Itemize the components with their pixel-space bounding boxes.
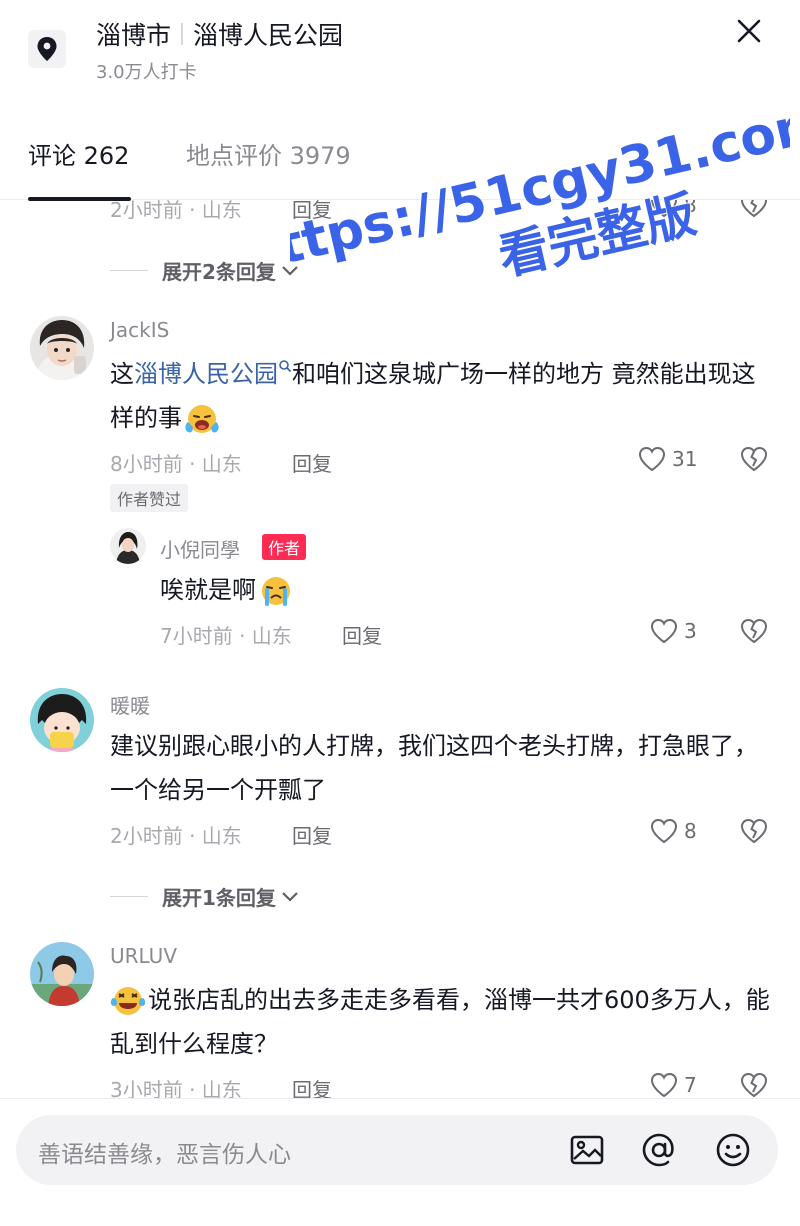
dislike-button[interactable]: [740, 818, 768, 848]
reply-username[interactable]: 小倪同學: [160, 534, 240, 563]
comment-input[interactable]: 善语结善缘，恶言伤人心: [16, 1115, 778, 1185]
avatar[interactable]: [30, 942, 94, 1006]
expand-replies-button[interactable]: 展开1条回复: [110, 882, 300, 911]
reply-button[interactable]: 回复: [292, 200, 332, 223]
comment-text: 建议别跟心眼小的人打牌，我们这四个老头打牌，打急眼了，一个给另一个开瓢了: [110, 732, 758, 804]
comment-time-location: 3小时前 · 山东: [110, 1078, 242, 1098]
location-title[interactable]: 淄博市 淄博人民公园: [96, 16, 343, 52]
city-name: 淄博市: [96, 21, 172, 50]
comment-input-bar: 善语结善缘，恶言伤人心: [0, 1098, 800, 1226]
avatar-image: [110, 528, 146, 564]
comment-username[interactable]: JackIS: [110, 318, 169, 342]
mention-icon: [642, 1133, 674, 1167]
place-name: 淄博人民公园: [193, 21, 344, 50]
dislike-button[interactable]: [740, 1072, 768, 1098]
comment-username[interactable]: 暖暖: [110, 690, 150, 719]
comment-text: 这淄博人民公园 和咱们这泉城广场一样的地方 竟然能出现这样的事: [110, 352, 770, 440]
comment-text-prefix: 这: [110, 360, 134, 388]
expand-replies-button[interactable]: 展开2条回复: [110, 256, 300, 285]
location-pin-icon: [37, 37, 57, 61]
checkin-count: 3.0万人打卡: [96, 62, 197, 83]
heart-icon: [650, 200, 678, 218]
dislike-button[interactable]: [740, 446, 768, 476]
broken-heart-icon: [740, 1072, 768, 1098]
like-button[interactable]: 31: [638, 446, 697, 472]
place-link[interactable]: 淄博人民公园: [134, 360, 278, 388]
image-icon: [570, 1135, 604, 1165]
comment-text: 说张店乱的出去多走走多看看，淄博一共才600多万人，能乱到什么程度？: [110, 978, 770, 1066]
like-button[interactable]: 3: [650, 618, 697, 644]
comment-text-body: 说张店乱的出去多走走多看看，淄博一共才600多万人，能乱到什么程度？: [110, 986, 770, 1058]
like-count: 8: [684, 819, 697, 843]
comment-username[interactable]: URLUV: [110, 944, 177, 968]
avatar[interactable]: [30, 688, 94, 752]
avatar[interactable]: [110, 528, 146, 564]
laughing-tears-emoji-icon: [110, 987, 146, 1015]
avatar-image: [30, 942, 94, 1006]
comment-list[interactable]: 2小时前 · 山东 回复 8 展开2条回复 JackIS 这淄博人民公园 和咱们这…: [0, 200, 800, 1098]
like-count: 7: [684, 1073, 697, 1097]
comment-time-location: 2小时前 · 山东: [110, 824, 242, 848]
close-button[interactable]: [734, 16, 764, 46]
comment-input-placeholder: 善语结善缘，恶言伤人心: [38, 1142, 291, 1168]
heart-icon: [638, 446, 666, 472]
broken-heart-icon: [740, 200, 768, 218]
chevron-down-icon: [282, 891, 298, 902]
author-liked-badge: 作者赞过: [110, 484, 189, 512]
search-icon: [279, 360, 292, 373]
chevron-down-icon: [282, 265, 298, 276]
crying-emoji-icon: [262, 577, 290, 606]
broken-heart-icon: [740, 818, 768, 844]
crying-emoji-icon: [185, 405, 219, 433]
like-count: 8: [684, 200, 697, 217]
like-button[interactable]: 8: [650, 200, 697, 218]
heart-icon: [650, 818, 678, 844]
emoji-icon: [716, 1133, 750, 1167]
close-icon: [737, 19, 761, 43]
expand-replies-label: 展开2条回复: [162, 260, 276, 284]
location-header: 淄博市 淄博人民公园 3.0万人打卡 评论 262 地点评价 3979: [0, 0, 800, 201]
tab-place-reviews[interactable]: 地点评价 3979: [186, 136, 351, 171]
title-divider: [181, 23, 184, 45]
emoji-button[interactable]: [714, 1131, 752, 1169]
broken-heart-icon: [740, 618, 768, 644]
reply-time-location: 7小时前 · 山东: [160, 624, 292, 648]
reply-button[interactable]: 回复: [292, 1074, 332, 1098]
dislike-button[interactable]: [740, 618, 768, 648]
image-button[interactable]: [568, 1131, 606, 1169]
location-badge[interactable]: [28, 30, 66, 68]
expand-divider: [110, 896, 148, 897]
avatar-image: [30, 316, 94, 380]
reply-text: 唉就是啊: [160, 568, 294, 612]
dislike-button[interactable]: [740, 200, 768, 222]
like-button[interactable]: 8: [650, 818, 697, 844]
reply-button[interactable]: 回复: [292, 820, 332, 849]
avatar[interactable]: [30, 316, 94, 380]
like-count: 3: [684, 619, 697, 643]
reply-button[interactable]: 回复: [292, 448, 332, 477]
comment-time-location: 8小时前 · 山东: [110, 452, 242, 476]
heart-icon: [650, 1072, 678, 1098]
active-tab-indicator: [28, 197, 131, 201]
author-badge: 作者: [262, 534, 307, 560]
mention-button[interactable]: [640, 1131, 678, 1169]
like-count: 31: [672, 447, 698, 471]
avatar-image: [30, 688, 94, 752]
expand-divider: [110, 270, 148, 271]
reply-text-body: 唉就是啊: [160, 576, 256, 604]
tab-comments[interactable]: 评论 262: [28, 136, 129, 171]
expand-replies-label: 展开1条回复: [162, 886, 276, 910]
tab-bar: 评论 262 地点评价 3979: [0, 130, 800, 201]
reply-button[interactable]: 回复: [342, 620, 382, 649]
comment-time-location: 2小时前 · 山东: [110, 200, 242, 222]
broken-heart-icon: [740, 446, 768, 472]
heart-icon: [650, 618, 678, 644]
like-button[interactable]: 7: [650, 1072, 697, 1098]
